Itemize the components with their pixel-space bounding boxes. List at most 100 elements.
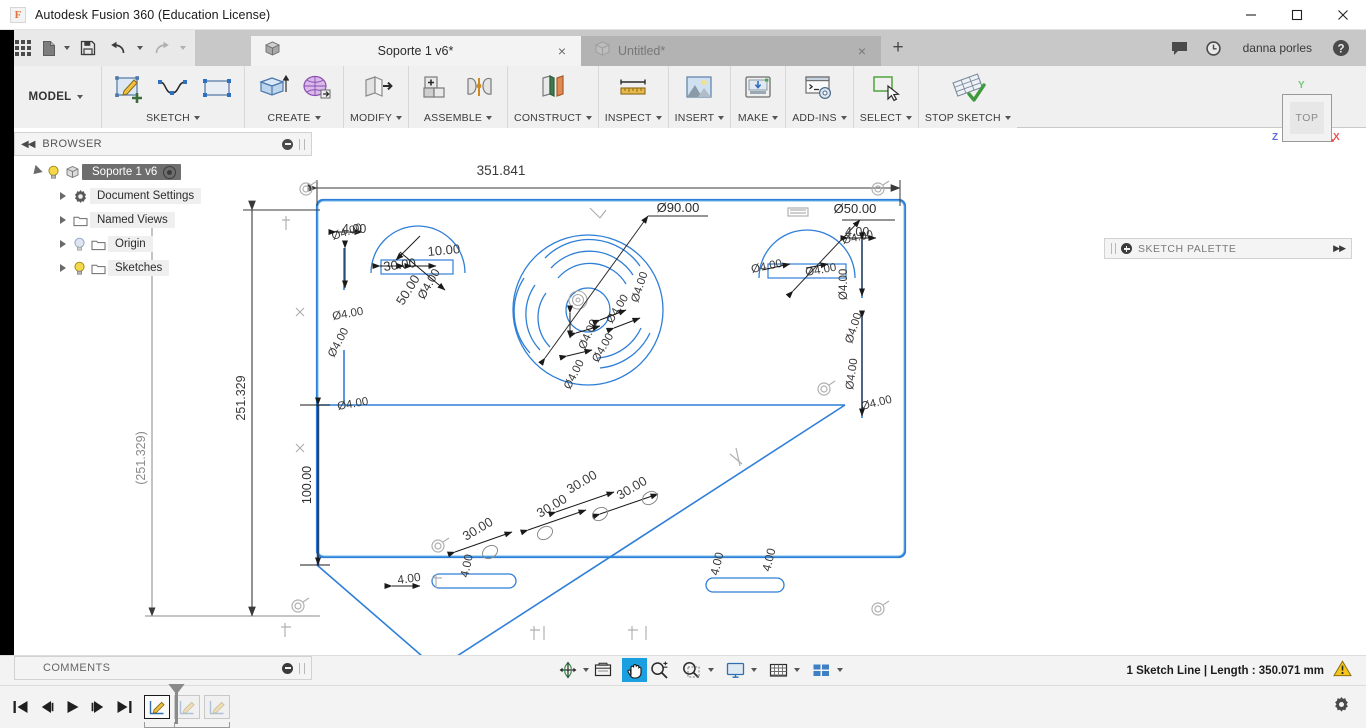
undo-icon[interactable]	[103, 34, 133, 62]
timeline-settings-gear-icon[interactable]	[1333, 696, 1350, 718]
look-at-icon[interactable]	[591, 658, 615, 682]
dimension-30: 30.00	[534, 491, 570, 521]
collapse-left-icon[interactable]: ◀◀	[21, 139, 35, 150]
expander-collapsed-icon[interactable]	[56, 216, 70, 224]
close-tab-icon[interactable]: ×	[853, 44, 871, 58]
extrude-icon[interactable]	[251, 71, 293, 106]
username-label[interactable]: danna porles	[1231, 41, 1324, 55]
visibility-bulb-off-icon[interactable]	[70, 237, 88, 252]
timeline-feature-sketch[interactable]	[204, 695, 230, 719]
tree-item-soporte[interactable]: Soporte 1 v6	[14, 160, 312, 184]
close-tab-icon[interactable]: ×	[553, 44, 571, 58]
offset-plane-icon[interactable]	[532, 71, 574, 106]
timeline-playhead-marker[interactable]	[175, 683, 178, 724]
ribbon-group-label[interactable]: MODIFY	[350, 112, 403, 128]
expander-collapsed-icon[interactable]	[56, 240, 70, 248]
ribbon-group-label[interactable]: ADD-INS	[792, 112, 847, 128]
select-icon[interactable]	[865, 71, 907, 106]
add-icon[interactable]	[1121, 243, 1132, 254]
grid-snaps-icon[interactable]	[766, 658, 791, 682]
go-to-end-icon[interactable]	[112, 692, 137, 722]
step-back-icon[interactable]	[34, 692, 59, 722]
spline-icon[interactable]	[152, 71, 194, 106]
view-cube[interactable]: TOP Y X Z	[1270, 80, 1344, 148]
clock-icon[interactable]	[1197, 30, 1231, 66]
grid-snaps-dropdown-caret-icon[interactable]	[791, 668, 802, 672]
account-toolbar: danna porles ?	[1163, 30, 1366, 66]
minimize-button[interactable]	[1228, 0, 1274, 30]
viewport-layout-dropdown-caret-icon[interactable]	[834, 668, 845, 672]
timeline-feature-sketch[interactable]	[144, 695, 170, 719]
orbit-dropdown-caret-icon[interactable]	[580, 668, 591, 672]
rectangle-icon[interactable]	[196, 71, 238, 106]
expander-collapsed-icon[interactable]	[56, 264, 70, 272]
workspace-switcher[interactable]: MODEL	[10, 66, 102, 128]
ribbon-group-label[interactable]: CONSTRUCT	[514, 112, 592, 128]
visibility-bulb-on-icon[interactable]	[44, 165, 62, 180]
warning-icon[interactable]	[1333, 660, 1352, 682]
browser-resize-grip[interactable]	[299, 138, 305, 150]
ribbon-group-label[interactable]: INSPECT	[605, 112, 662, 128]
pan-icon[interactable]	[622, 658, 647, 682]
new-component-icon[interactable]	[415, 71, 457, 106]
sketch-palette-panel[interactable]: SKETCH PALETTE ▶▶	[1104, 238, 1352, 259]
ribbon-group-label[interactable]: STOP SKETCH	[925, 112, 1011, 128]
scripts-addins-icon[interactable]	[798, 71, 840, 106]
view-cube-box[interactable]: TOP	[1282, 94, 1332, 142]
ribbon-group-label[interactable]: MAKE	[738, 112, 779, 128]
expander-expanded-icon[interactable]	[29, 164, 44, 178]
step-forward-icon[interactable]	[86, 692, 111, 722]
browser-collapse-toggle-icon[interactable]	[282, 138, 293, 150]
comments-panel-header[interactable]: COMMENTS	[14, 656, 312, 680]
document-tab-untitled[interactable]: Untitled* ×	[581, 36, 881, 66]
play-icon[interactable]	[60, 692, 85, 722]
tree-item-origin[interactable]: Origin	[14, 232, 312, 256]
chat-icon[interactable]	[1163, 30, 1197, 66]
add-comment-icon[interactable]	[282, 662, 293, 674]
new-file-dropdown-caret-icon[interactable]	[60, 34, 73, 62]
view-cube-face-label[interactable]: TOP	[1290, 102, 1324, 134]
save-icon[interactable]	[73, 34, 103, 62]
ribbon-group-label[interactable]: ASSEMBLE	[424, 112, 493, 128]
visibility-bulb-on-icon[interactable]	[70, 261, 88, 276]
zoom-window-icon[interactable]	[679, 658, 705, 682]
measure-icon[interactable]	[612, 71, 654, 106]
new-file-icon[interactable]	[38, 34, 60, 62]
go-to-beginning-icon[interactable]	[8, 692, 33, 722]
create-sketch-icon[interactable]	[108, 71, 150, 106]
press-pull-icon[interactable]	[355, 71, 397, 106]
help-icon[interactable]: ?	[1324, 30, 1358, 66]
redo-icon[interactable]	[146, 34, 176, 62]
ribbon-group-label[interactable]: INSERT	[675, 112, 725, 128]
viewport-layout-icon[interactable]	[809, 658, 834, 682]
new-tab-button[interactable]: +	[881, 30, 915, 66]
sketch-palette-grip[interactable]	[1111, 243, 1116, 254]
form-icon[interactable]	[295, 71, 337, 106]
zoom-window-dropdown-caret-icon[interactable]	[705, 668, 716, 672]
dimension-overall-width: 351.841	[477, 163, 526, 178]
joint-icon[interactable]	[459, 71, 501, 106]
document-tab-soporte[interactable]: Soporte 1 v6* ×	[251, 36, 581, 66]
stop-sketch-icon[interactable]	[947, 71, 989, 106]
ribbon-group-label[interactable]: SKETCH	[146, 112, 200, 128]
close-button[interactable]	[1320, 0, 1366, 30]
tree-item-document-settings[interactable]: Document Settings	[14, 184, 312, 208]
3d-print-icon[interactable]	[737, 71, 779, 106]
undo-dropdown-caret-icon[interactable]	[133, 34, 146, 62]
ribbon-group-label[interactable]: SELECT	[860, 112, 912, 128]
tree-item-named-views[interactable]: Named Views	[14, 208, 312, 232]
comments-resize-grip[interactable]	[299, 662, 305, 674]
redo-dropdown-caret-icon[interactable]	[176, 34, 189, 62]
orbit-icon[interactable]	[556, 658, 580, 682]
expand-right-icon[interactable]: ▶▶	[1333, 243, 1346, 254]
chevron-down-icon	[772, 116, 779, 120]
display-settings-dropdown-caret-icon[interactable]	[748, 668, 759, 672]
tree-item-sketches[interactable]: Sketches	[14, 256, 312, 280]
ribbon-group-label[interactable]: CREATE	[267, 112, 321, 128]
maximize-button[interactable]	[1274, 0, 1320, 30]
visibility-eye-icon[interactable]	[163, 165, 177, 179]
expander-collapsed-icon[interactable]	[56, 192, 70, 200]
display-settings-icon[interactable]	[723, 658, 748, 682]
insert-image-icon[interactable]	[678, 71, 720, 106]
zoom-icon[interactable]	[647, 658, 672, 682]
